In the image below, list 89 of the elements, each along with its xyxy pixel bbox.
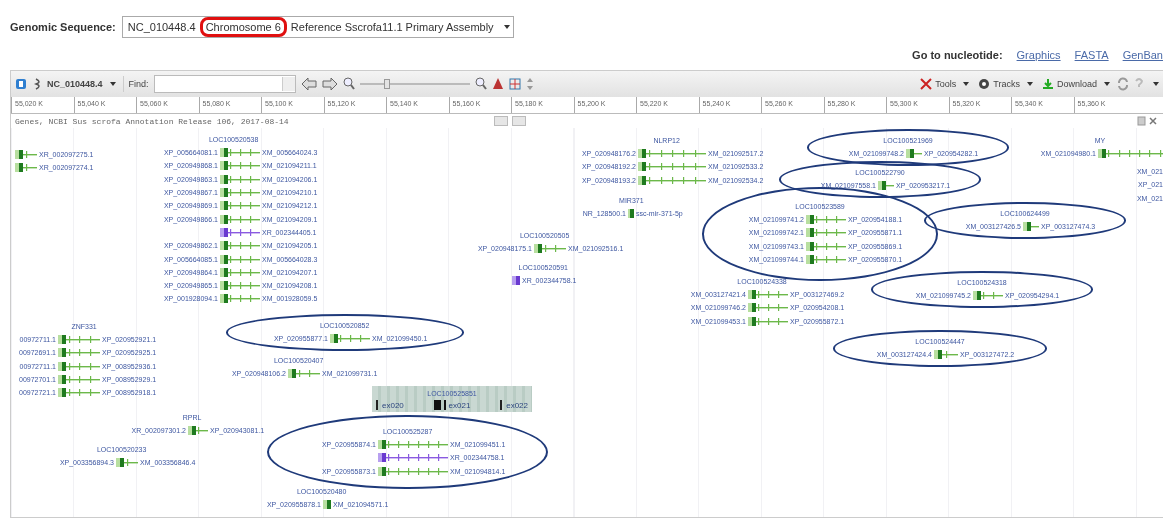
gene-model-drawing [638, 175, 706, 185]
gene-model-drawing [58, 388, 100, 398]
gene-model-drawing [15, 163, 37, 173]
zoom-out-icon [342, 77, 355, 91]
gene-model-drawing [534, 244, 566, 254]
find-label: Find: [128, 79, 149, 89]
forward-arrow-icon [321, 77, 338, 91]
caret-icon [1026, 82, 1033, 86]
tick-mark-icon [500, 400, 504, 410]
sequence-dropdown[interactable]: NC_010448.4 Chromosome 6 Reference Sscrofa11.1 Primary Assembly [121, 16, 514, 38]
gene-model-drawing [906, 149, 922, 159]
refresh-icon [1117, 77, 1129, 91]
gene-model-drawing [806, 215, 846, 225]
gene-model-drawing [878, 181, 894, 191]
gene-model-drawing [220, 241, 260, 251]
marker-label: ex022 [506, 400, 528, 410]
viewer-logo-icon [15, 78, 27, 90]
toolbar-menu[interactable]: Download [1039, 78, 1112, 90]
gear-icon [978, 78, 991, 90]
find-field[interactable] [153, 75, 296, 93]
gene-model-drawing [116, 458, 138, 468]
caret-icon [1104, 82, 1110, 86]
gene-model-drawing [220, 174, 260, 184]
zoom-in-icon [474, 77, 487, 91]
back-arrow-icon [300, 77, 317, 91]
sequence-label: Genomic Sequence: [10, 21, 116, 33]
dropdown-text: NC_010448.4 [126, 21, 197, 33]
gene-model-drawing [220, 214, 260, 224]
gene-model-drawing [806, 255, 846, 265]
gene-model-drawing [15, 150, 37, 160]
toolbar-menu[interactable]: Tools [918, 78, 972, 90]
tools-icon [920, 78, 933, 90]
marker-label: ex021 [448, 400, 471, 410]
gene-model-drawing [58, 361, 100, 371]
gene-model-drawing [220, 267, 260, 277]
gene-model-drawing [220, 227, 260, 237]
marker-label: ex020 [382, 400, 404, 410]
gene-model-drawing [934, 350, 958, 360]
nucleotide-link[interactable]: GenBan [1122, 49, 1163, 61]
scroll-icon [525, 77, 534, 91]
gene-model-drawing [330, 334, 370, 344]
download-icon [1041, 78, 1054, 90]
gene-model-drawing [748, 316, 788, 326]
gene-model-drawing [220, 294, 260, 304]
goto-label: Go to nucleotide: [912, 49, 1003, 61]
gene-model-drawing [220, 148, 260, 158]
gene-model-drawing [973, 291, 1003, 301]
gene-model-drawing [58, 375, 100, 385]
gene-model-drawing [58, 348, 100, 358]
zoom-slider-thumb[interactable] [384, 79, 391, 89]
nucleotide-link[interactable]: Graphics [1016, 49, 1061, 61]
track-title: Genes, NCBI Sus scrofa Annotation Release 106, 2017-08-14 [15, 116, 289, 126]
gene-model-drawing [220, 188, 260, 198]
caret-icon [109, 82, 116, 86]
gene-model-drawing [1023, 222, 1039, 232]
track-controls-icon [1137, 116, 1159, 126]
gene-model-drawing [512, 276, 520, 286]
gene-model-drawing [58, 335, 100, 345]
gene-model-drawing [806, 241, 846, 251]
caret-icon [963, 82, 970, 86]
gene-model-drawing [220, 201, 260, 211]
toolbar-menu[interactable]: Tracks [976, 78, 1035, 90]
gene-model-drawing [378, 440, 448, 450]
gene-model-drawing [323, 500, 331, 510]
gene-model-drawing [806, 228, 846, 238]
gene-model-drawing [288, 369, 320, 379]
track-button[interactable] [493, 116, 508, 126]
gene-model-drawing [378, 466, 448, 476]
dropdown-text: Reference Sscrofa11.1 Primary Assembly [289, 21, 495, 33]
tick-mark-icon [376, 400, 379, 410]
gene-model-drawing [748, 290, 788, 300]
caret-icon [503, 25, 510, 29]
caret-icon [1153, 82, 1159, 86]
exon-marker-icon [433, 400, 446, 410]
gene-model-drawing [748, 303, 788, 313]
gene-model-drawing [628, 209, 634, 219]
sequence-menu[interactable]: NC_010448.4 [32, 78, 118, 90]
gene-model-drawing [1098, 149, 1163, 159]
track-button[interactable] [511, 116, 526, 126]
grid-icon [508, 77, 521, 91]
gene-model-drawing [220, 254, 260, 264]
gene-model-drawing [188, 426, 208, 436]
gene-model-drawing [220, 161, 260, 171]
gene-model-drawing [378, 453, 448, 463]
gene-model-drawing [638, 162, 706, 172]
marker-icon [491, 77, 504, 91]
gene-model-drawing [638, 149, 706, 159]
nucleotide-link[interactable]: FASTA [1074, 49, 1109, 61]
gene-model-drawing [220, 281, 260, 291]
